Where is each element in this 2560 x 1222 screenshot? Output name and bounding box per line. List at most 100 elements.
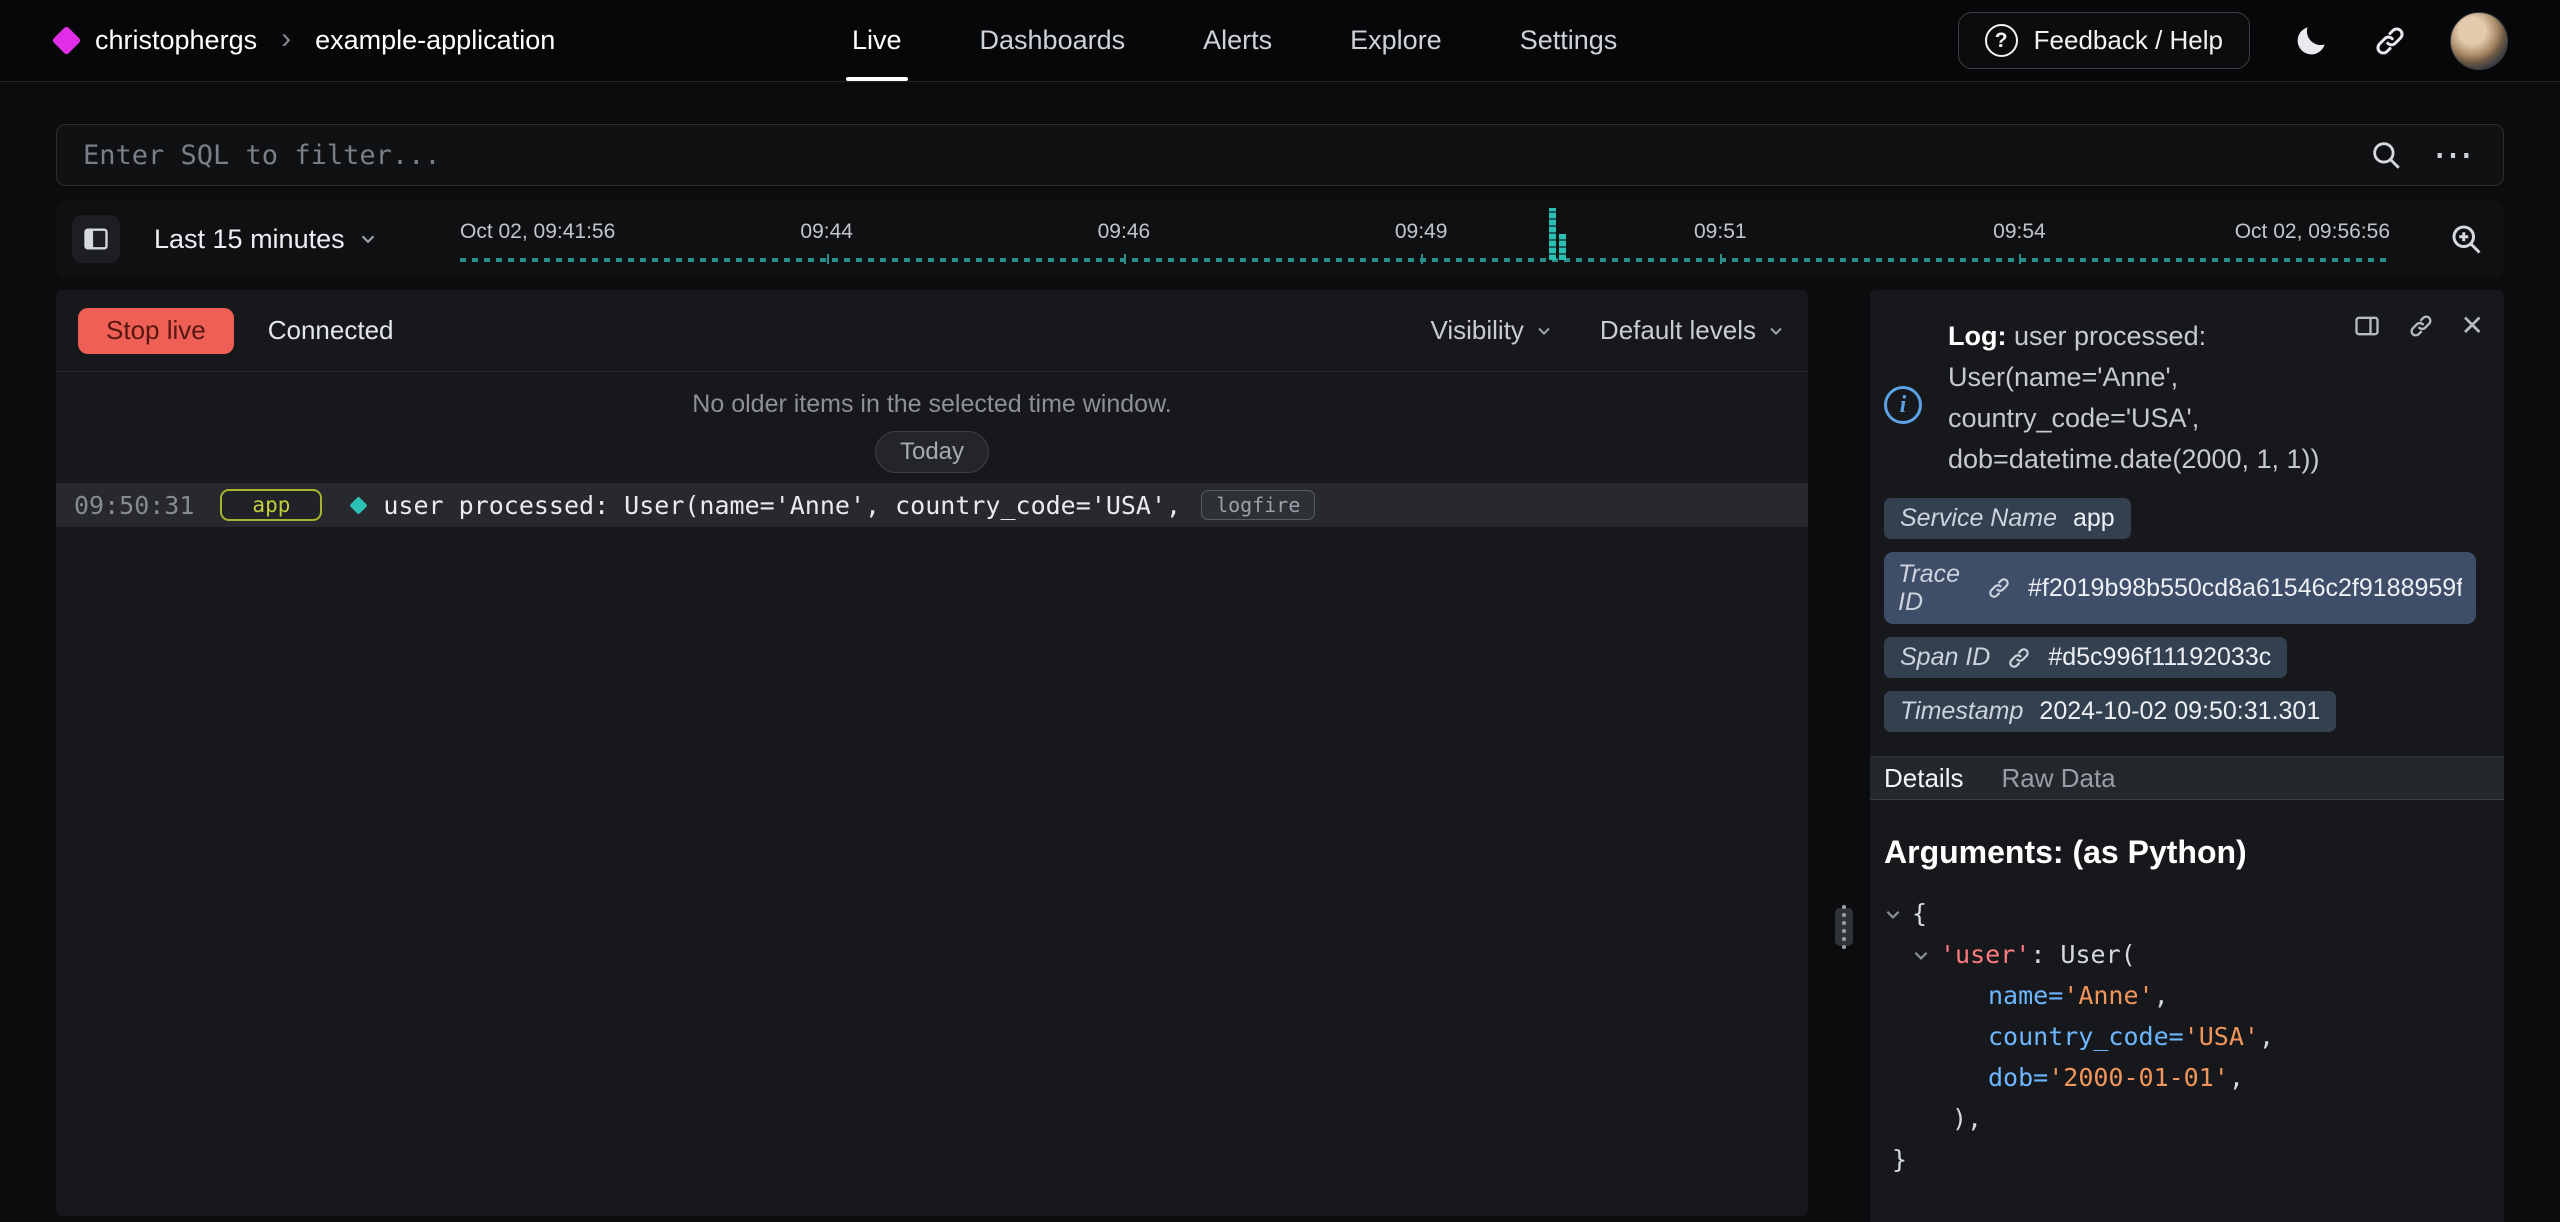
- breadcrumb-project[interactable]: example-application: [315, 25, 555, 56]
- nav-tab-live[interactable]: Live: [826, 0, 928, 81]
- code-field-value: 'Anne': [2063, 975, 2153, 1016]
- nav-tab-alerts[interactable]: Alerts: [1177, 0, 1298, 81]
- log-row[interactable]: 09:50:31 app user processed: User(name='…: [56, 483, 1808, 527]
- tab-raw-data[interactable]: Raw Data: [2001, 763, 2115, 794]
- timeline-activity-bar[interactable]: [1549, 208, 1556, 260]
- more-options-icon[interactable]: ⋯: [2433, 145, 2475, 165]
- sql-filter-bar: ⋯: [56, 124, 2504, 186]
- service-name-field: Service Name app: [1884, 498, 2131, 539]
- nav-tab-label: Live: [852, 25, 902, 56]
- visibility-dropdown[interactable]: Visibility: [1430, 315, 1553, 346]
- trace-link-icon[interactable]: [1986, 575, 2012, 601]
- service-tag-badge: app: [220, 489, 322, 521]
- share-link-icon[interactable]: [2372, 23, 2408, 59]
- copy-link-icon[interactable]: [2407, 312, 2435, 340]
- info-level-icon: i: [1884, 386, 1922, 424]
- code-close-paren: ),: [1952, 1098, 1982, 1139]
- user-avatar[interactable]: [2450, 12, 2508, 70]
- nav-tab-explore[interactable]: Explore: [1324, 0, 1468, 81]
- timeline-tick: [1124, 254, 1126, 264]
- zoom-in-icon[interactable]: [2448, 221, 2484, 257]
- code-comma: ,: [2154, 975, 2169, 1016]
- connection-status: Connected: [268, 315, 394, 346]
- timestamp-field: Timestamp 2024-10-02 09:50:31.301: [1884, 691, 2336, 732]
- nav-tab-dashboards[interactable]: Dashboards: [954, 0, 1152, 81]
- code-field-value: '2000-01-01': [2048, 1057, 2229, 1098]
- span-link-icon[interactable]: [2006, 645, 2032, 671]
- panel-resize-handle[interactable]: [1835, 908, 1853, 946]
- dark-mode-moon-icon[interactable]: [2292, 22, 2330, 60]
- chevron-down-icon: [1534, 321, 1554, 341]
- timeline-tick-label: 09:49: [1395, 220, 1448, 244]
- time-range-dropdown[interactable]: Last 15 minutes: [154, 224, 379, 255]
- span-id-value: #d5c996f11192033c: [2048, 643, 2271, 672]
- open-in-panel-icon[interactable]: [2353, 312, 2381, 340]
- empty-window-message: No older items in the selected time wind…: [56, 390, 1808, 419]
- today-button[interactable]: Today: [875, 431, 989, 473]
- time-range-label: Last 15 minutes: [154, 224, 345, 255]
- trace-id-value: #f2019b98b550cd8a61546c2f9188959f: [2028, 574, 2462, 603]
- trace-id-field: Trace ID #f2019b98b550cd8a61546c2f918895…: [1884, 552, 2476, 624]
- code-user-key: 'user': [1940, 934, 2030, 975]
- span-id-field: Span ID #d5c996f11192033c: [1884, 637, 2287, 678]
- sidebar-toggle-icon[interactable]: [72, 215, 120, 263]
- question-circle-icon: ?: [1985, 24, 2018, 57]
- timeline-tick-label: 09:46: [1098, 220, 1151, 244]
- detail-title-prefix: Log:: [1948, 321, 2006, 351]
- default-levels-dropdown[interactable]: Default levels: [1600, 315, 1786, 346]
- collapse-chevron-icon[interactable]: [1912, 946, 1940, 964]
- visibility-label: Visibility: [1430, 315, 1523, 346]
- sql-filter-input[interactable]: [83, 140, 2369, 171]
- stop-live-button[interactable]: Stop live: [78, 308, 234, 354]
- code-field-value: 'USA': [2184, 1016, 2259, 1057]
- default-levels-label: Default levels: [1600, 315, 1756, 346]
- timeline-tick: [1720, 254, 1722, 264]
- chevron-down-icon: [1766, 321, 1786, 341]
- breadcrumb: christophergs › example-application: [56, 24, 555, 58]
- breadcrumb-separator-icon: ›: [281, 22, 291, 56]
- log-message: user processed: User(name='Anne', countr…: [383, 491, 1181, 520]
- code-field-name: dob=: [1988, 1057, 2048, 1098]
- trace-id-label: Trace ID: [1898, 560, 1970, 616]
- code-field-name: country_code=: [1988, 1016, 2184, 1057]
- nav-tab-label: Settings: [1520, 25, 1618, 56]
- app-root: christophergs › example-application Live…: [0, 0, 2560, 1222]
- time-range-bar: Last 15 minutes Oct 02, 09:41:56 09:44 0…: [56, 200, 2504, 278]
- primary-nav: Live Dashboards Alerts Explore Settings: [826, 0, 1643, 81]
- nav-tab-settings[interactable]: Settings: [1494, 0, 1644, 81]
- logfire-logo-icon: [52, 26, 82, 56]
- timeline-tick-label: Oct 02, 09:41:56: [460, 220, 615, 244]
- live-panel-header: Stop live Connected Visibility Default l…: [56, 290, 1808, 372]
- detail-fields: Service Name app Trace ID #f2019b98b550c…: [1884, 498, 2488, 732]
- nav-tab-label: Dashboards: [980, 25, 1126, 56]
- code-user-call: : User(: [2030, 934, 2135, 975]
- timeline-tick-label: 09:54: [1993, 220, 2046, 244]
- code-comma: ,: [2259, 1016, 2274, 1057]
- timestamp-value: 2024-10-02 09:50:31.301: [2039, 697, 2320, 726]
- live-log-panel: Stop live Connected Visibility Default l…: [56, 290, 1808, 1216]
- nav-tab-label: Alerts: [1203, 25, 1272, 56]
- timeline-activity-bar[interactable]: [1559, 234, 1566, 260]
- span-id-label: Span ID: [1900, 643, 1990, 672]
- top-navigation: christophergs › example-application Live…: [0, 0, 2560, 82]
- log-level-diamond-icon: [350, 496, 368, 514]
- breadcrumb-org[interactable]: christophergs: [95, 25, 257, 56]
- timestamp-label: Timestamp: [1900, 697, 2023, 726]
- arguments-heading: Arguments: (as Python): [1884, 834, 2504, 871]
- nav-tab-label: Explore: [1350, 25, 1442, 56]
- timeline[interactable]: Oct 02, 09:41:56 09:44 09:46 09:49 09:51…: [460, 200, 2390, 278]
- close-icon[interactable]: ✕: [2461, 312, 2484, 340]
- search-icon[interactable]: [2369, 138, 2403, 172]
- tab-details[interactable]: Details: [1884, 763, 1963, 794]
- log-detail-panel: ✕ i Log: user processed: User(name='Anne…: [1870, 290, 2504, 1222]
- arguments-heading-main: Arguments:: [1884, 834, 2064, 870]
- timeline-axis: [460, 258, 2390, 262]
- collapse-chevron-icon[interactable]: [1884, 905, 1912, 923]
- timeline-tick-label: 09:51: [1694, 220, 1747, 244]
- timeline-tick-label: 09:44: [800, 220, 853, 244]
- timeline-tick-label: Oct 02, 09:56:56: [2235, 220, 2390, 244]
- detail-title: Log: user processed: User(name='Anne', c…: [1948, 316, 2344, 480]
- service-name-label: Service Name: [1900, 504, 2057, 533]
- feedback-help-button[interactable]: ? Feedback / Help: [1958, 12, 2250, 69]
- logfire-badge: logfire: [1201, 490, 1315, 520]
